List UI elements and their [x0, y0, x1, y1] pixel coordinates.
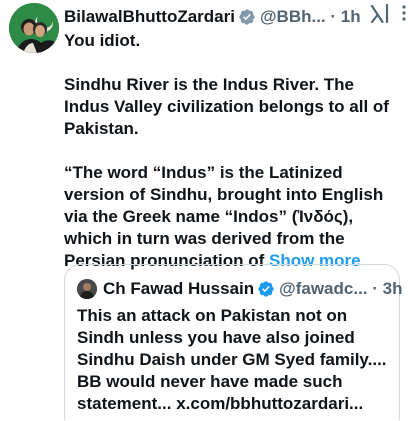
verified-badge-icon: [257, 280, 275, 298]
tweet-text: You idiot. Sindhu River is the Indus Riv…: [64, 30, 404, 272]
quoted-tweet-header: Ch Fawad Hussain @fawadc... · 3h: [77, 278, 402, 300]
author-display-name[interactable]: BilawalBhuttoZardari: [64, 7, 235, 27]
tweet-paragraph: “The word “Indus” is the Latinized versi…: [64, 162, 404, 272]
quoted-tweet[interactable]: Ch Fawad Hussain @fawadc... · 3h This an…: [64, 264, 402, 420]
separator-dot: ·: [325, 7, 341, 26]
tweet-timestamp[interactable]: 1h: [341, 7, 361, 27]
tweet-header: BilawalBhuttoZardari @BBh... · 1h: [64, 5, 402, 29]
quoted-tweet-text: This an attack on Pakistan not on Sindh …: [77, 306, 387, 413]
quoted-timestamp[interactable]: 3h: [383, 279, 403, 299]
quoted-display-name[interactable]: Ch Fawad Hussain: [103, 279, 254, 299]
avatar[interactable]: [9, 3, 59, 53]
separator-dot: ·: [367, 279, 383, 298]
verified-badge-icon: [238, 8, 256, 26]
quoted-handle[interactable]: @fawadc...: [279, 279, 367, 299]
tweet-paragraph: You idiot.: [64, 31, 141, 50]
grok-icon[interactable]: [368, 2, 392, 31]
quoted-avatar[interactable]: [77, 279, 97, 299]
more-icon[interactable]: [400, 3, 408, 28]
author-handle[interactable]: @BBh...: [260, 7, 326, 27]
tweet-paragraph: Sindhu River is the Indus River. The Ind…: [64, 75, 389, 138]
